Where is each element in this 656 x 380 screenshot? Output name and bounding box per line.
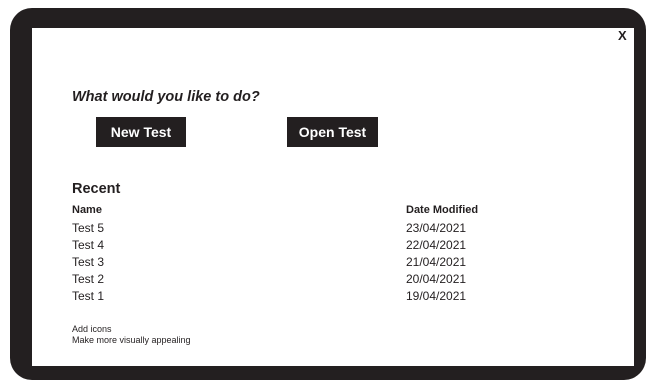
column-header-date-modified: Date Modified [406,204,479,216]
recent-row[interactable]: Test 3 21/04/2021 [72,255,492,272]
row-name: Test 3 [72,255,105,269]
recent-row[interactable]: Test 2 20/04/2021 [72,272,492,289]
row-date: 22/04/2021 [406,238,467,252]
recent-row[interactable]: Test 5 23/04/2021 [72,221,492,238]
row-name: Test 5 [72,221,105,235]
recent-row[interactable]: Test 4 22/04/2021 [72,238,492,255]
row-name: Test 2 [72,272,105,286]
recent-row[interactable]: Test 1 19/04/2021 [72,289,492,306]
design-note: Add icons [72,324,112,334]
design-note: Make more visually appealing [72,335,191,345]
row-date: 23/04/2021 [406,221,467,235]
recent-heading: Recent [72,181,121,197]
open-test-button[interactable]: Open Test [287,117,378,147]
row-name: Test 1 [72,289,105,303]
row-date: 19/04/2021 [406,289,467,303]
column-header-name: Name [72,204,102,216]
row-name: Test 4 [72,238,105,252]
row-date: 21/04/2021 [406,255,467,269]
close-button[interactable]: X [618,28,627,44]
row-date: 20/04/2021 [406,272,467,286]
new-test-button[interactable]: New Test [96,117,186,147]
prompt-heading: What would you like to do? [72,89,260,105]
dialog-screen [32,28,634,366]
